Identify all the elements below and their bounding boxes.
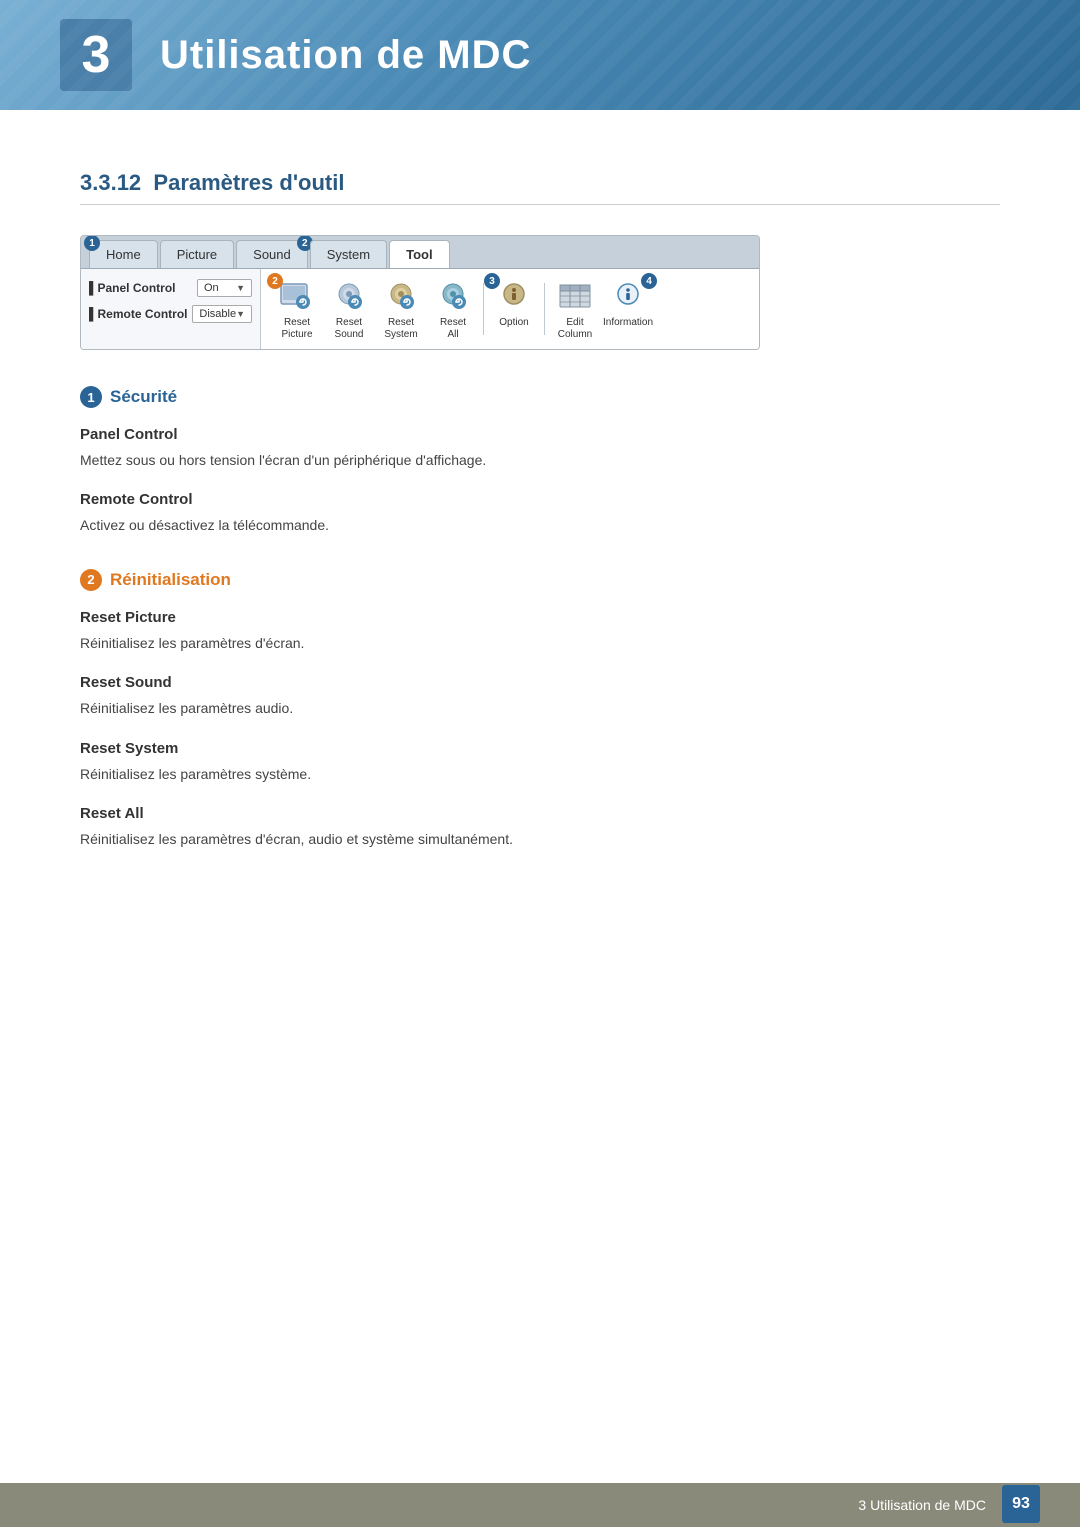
edit-info-buttons: EditColumn Information — [551, 277, 653, 341]
ui-panel: 1 Home Picture Sound 2 System Tool ▌Pane… — [80, 235, 760, 350]
option-label: Option — [499, 317, 528, 329]
section-1-content: Panel Control Mettez sous ou hors tensio… — [80, 426, 1000, 537]
reset-sound-icon — [329, 277, 369, 315]
panel-control-text: Mettez sous ou hors tension l'écran d'un… — [80, 449, 1000, 471]
reset-sound-text: Réinitialisez les paramètres audio. — [80, 697, 1000, 719]
panel-control-dropdown[interactable]: On ▼ — [197, 279, 252, 297]
toolbar-group-option: 3 Option — [490, 277, 538, 329]
remote-control-text: Activez ou désactivez la télécommande. — [80, 514, 1000, 536]
chapter-banner: 3 Utilisation de MDC — [0, 0, 1080, 110]
panel-control-value: On — [204, 282, 219, 294]
remote-control-label: ▌Remote Control — [89, 307, 188, 321]
reset-picture-heading: Reset Picture — [80, 609, 1000, 626]
section-1-title-row: 1 Sécurité — [80, 386, 1000, 408]
chapter-title: Utilisation de MDC — [160, 33, 531, 78]
edit-column-btn[interactable]: EditColumn — [551, 277, 599, 341]
tab-bar: 1 Home Picture Sound 2 System Tool — [81, 236, 759, 269]
reset-picture-label: ResetPicture — [281, 317, 312, 341]
reset-buttons: ResetPicture — [273, 277, 477, 341]
remote-control-dropdown[interactable]: Disable ▼ — [192, 305, 252, 323]
edit-column-label: EditColumn — [558, 317, 592, 341]
main-content: 3.3.12 Paramètres d'outil 1 Home Picture… — [0, 110, 1080, 934]
tab-tool[interactable]: Tool — [389, 240, 449, 268]
reset-system-text: Réinitialisez les paramètres système. — [80, 763, 1000, 785]
reset-all-label: ResetAll — [440, 317, 466, 341]
edit-column-icon — [555, 277, 595, 315]
panel-control-arrow: ▼ — [236, 283, 245, 293]
reset-all-btn[interactable]: ResetAll — [429, 277, 477, 341]
toolbar-group-edit: 4 — [551, 277, 653, 341]
divider-1 — [483, 283, 484, 335]
remote-control-value: Disable — [199, 308, 236, 320]
remote-control-heading: Remote Control — [80, 491, 1000, 508]
chapter-number-box: 3 — [60, 19, 132, 91]
remote-control-row: ▌Remote Control Disable ▼ — [89, 305, 252, 323]
reset-system-btn[interactable]: ResetSystem — [377, 277, 425, 341]
option-icon — [494, 277, 534, 315]
chapter-number: 3 — [82, 29, 111, 81]
section-1-title: Sécurité — [110, 387, 177, 407]
tab-sound[interactable]: Sound 2 — [236, 240, 308, 268]
group-num-3: 3 — [484, 273, 500, 289]
tab-home[interactable]: 1 Home — [89, 240, 158, 268]
reset-all-icon — [433, 277, 473, 315]
reset-all-text: Réinitialisez les paramètres d'écran, au… — [80, 828, 1000, 850]
right-panel: 2 — [261, 269, 759, 349]
section-2-badge: 2 — [80, 569, 102, 591]
section-2-title-row: 2 Réinitialisation — [80, 569, 1000, 591]
panel-body: ▌Panel Control On ▼ ▌Remote Control Disa… — [81, 269, 759, 349]
tab-num-1: 1 — [84, 235, 100, 251]
toolbar-group-reset: 2 — [273, 277, 477, 341]
reset-sound-btn[interactable]: ResetSound — [325, 277, 373, 341]
reset-system-icon — [381, 277, 421, 315]
footer-page-number: 93 — [1002, 1485, 1040, 1523]
page-footer: 3 Utilisation de MDC 93 — [0, 1483, 1080, 1527]
tab-picture[interactable]: Picture — [160, 240, 234, 268]
tab-system[interactable]: System — [310, 240, 387, 268]
reset-system-label: ResetSystem — [384, 317, 417, 341]
group-num-4: 4 — [641, 273, 657, 289]
reset-all-heading: Reset All — [80, 805, 1000, 822]
divider-2 — [544, 283, 545, 335]
section-1-badge: 1 — [80, 386, 102, 408]
reset-sound-heading: Reset Sound — [80, 674, 1000, 691]
reset-picture-text: Réinitialisez les paramètres d'écran. — [80, 632, 1000, 654]
reset-picture-icon — [277, 277, 317, 315]
section-2-title: Réinitialisation — [110, 570, 231, 590]
panel-control-heading: Panel Control — [80, 426, 1000, 443]
panel-control-row: ▌Panel Control On ▼ — [89, 279, 252, 297]
section-heading: 3.3.12 Paramètres d'outil — [80, 170, 1000, 205]
panel-control-label: ▌Panel Control — [89, 281, 176, 295]
remote-control-arrow: ▼ — [236, 309, 245, 319]
information-label: Information — [603, 317, 653, 329]
footer-text: 3 Utilisation de MDC — [858, 1497, 986, 1513]
reset-sound-label: ResetSound — [335, 317, 364, 341]
reset-system-heading: Reset System — [80, 740, 1000, 757]
group-num-2: 2 — [267, 273, 283, 289]
left-panel: ▌Panel Control On ▼ ▌Remote Control Disa… — [81, 269, 261, 349]
section-2-content: Reset Picture Réinitialisez les paramètr… — [80, 609, 1000, 851]
